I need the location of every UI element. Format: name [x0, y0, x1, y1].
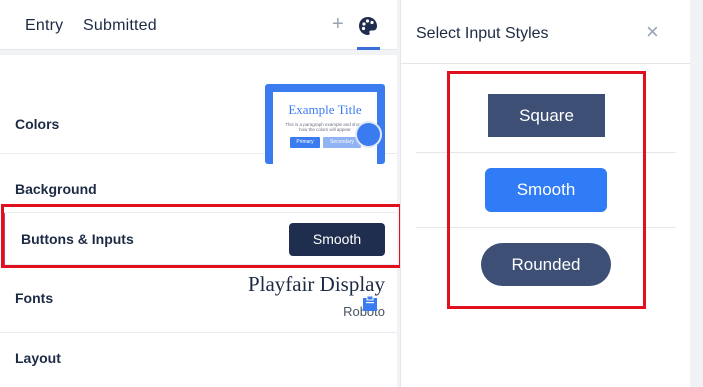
option-divider	[416, 152, 676, 153]
preview-primary-button: Primary	[290, 137, 320, 148]
active-tab-indicator	[357, 47, 380, 50]
background-label: Background	[15, 181, 97, 197]
buttons-inputs-label: Buttons & Inputs	[21, 231, 134, 247]
background-color-swatch[interactable]	[355, 121, 382, 148]
settings-list: Colors Example Title This is a paragraph…	[0, 55, 397, 387]
style-option-rounded[interactable]: Rounded	[481, 243, 611, 286]
option-divider	[416, 227, 676, 228]
layout-label: Layout	[15, 350, 61, 366]
preview-title: Example Title	[288, 102, 362, 117]
input-styles-panel: Select Input Styles × Square Smooth Roun…	[400, 0, 691, 387]
setting-row-fonts[interactable]: Fonts Playfair Display Roboto	[0, 269, 397, 333]
setting-row-background[interactable]: Background	[0, 154, 397, 206]
fonts-label: Fonts	[15, 290, 54, 306]
font-primary: Playfair Display	[247, 272, 385, 296]
plus-icon[interactable]: +	[332, 14, 344, 34]
tab-bar: Entry Submitted +	[0, 0, 397, 50]
settings-panel: Entry Submitted + Colors Example Title T…	[0, 0, 402, 387]
panel-header: Select Input Styles ×	[401, 0, 691, 64]
palette-icon[interactable]	[357, 15, 379, 37]
app-frame: Entry Submitted + Colors Example Title T…	[0, 0, 703, 387]
tab-entry[interactable]: Entry	[25, 17, 63, 35]
buttons-style-value[interactable]: Smooth	[289, 223, 385, 256]
panel-title: Select Input Styles	[416, 25, 549, 42]
close-icon[interactable]: ×	[646, 21, 659, 43]
clipboard-icon[interactable]	[362, 295, 378, 311]
setting-row-buttons-inputs[interactable]: Buttons & Inputs Smooth	[0, 212, 397, 266]
setting-row-layout[interactable]: Layout	[0, 333, 397, 387]
colors-label: Colors	[15, 116, 60, 132]
tab-submitted[interactable]: Submitted	[83, 17, 157, 35]
selected-row-accent	[1, 213, 5, 266]
style-option-square[interactable]: Square	[488, 94, 605, 137]
setting-row-colors[interactable]: Colors Example Title This is a paragraph…	[0, 55, 397, 164]
page-scrollbar[interactable]	[690, 0, 703, 387]
style-option-smooth[interactable]: Smooth	[485, 168, 607, 212]
